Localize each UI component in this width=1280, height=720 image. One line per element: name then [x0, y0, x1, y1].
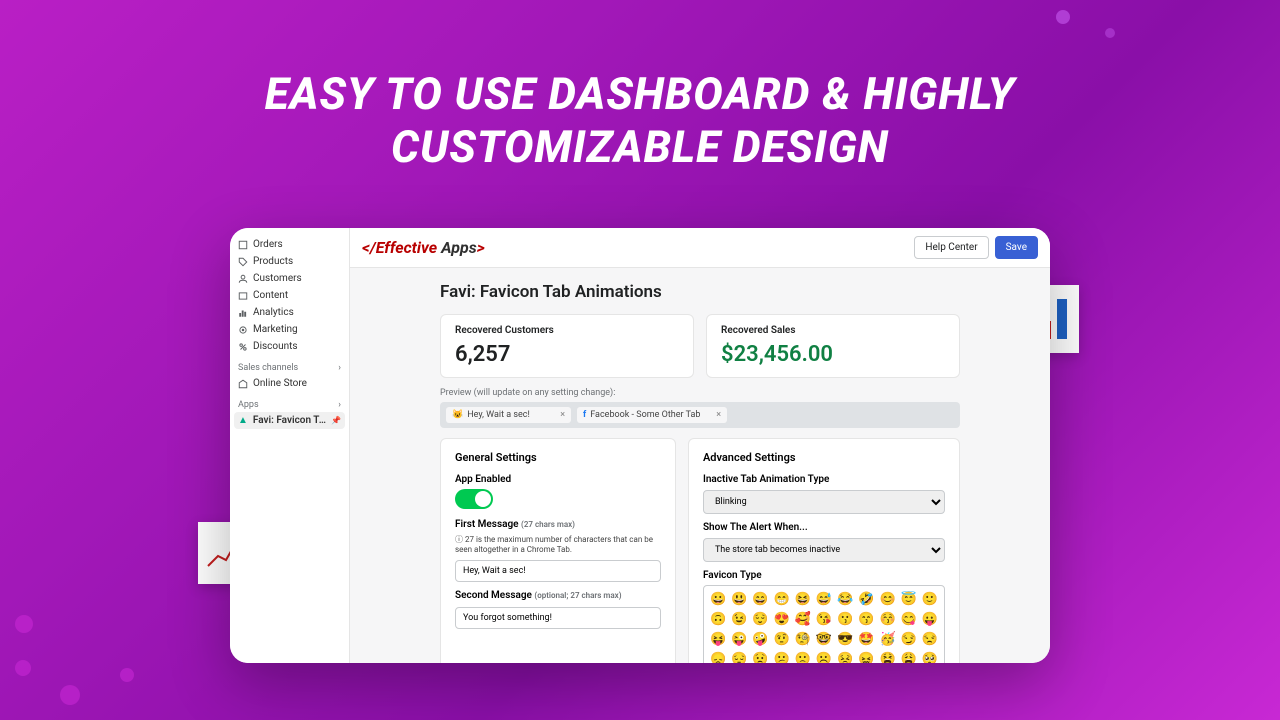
emoji-option[interactable]: 😣: [836, 651, 854, 663]
save-button[interactable]: Save: [995, 236, 1038, 259]
emoji-option[interactable]: 😩: [900, 651, 918, 663]
pin-icon[interactable]: 📌: [331, 416, 341, 425]
topbar: </Effective Apps> Help Center Save: [350, 228, 1050, 268]
page-title: Favi: Favicon Tab Animations: [440, 282, 960, 302]
show-alert-label: Show The Alert When...: [703, 522, 945, 533]
emoji-option[interactable]: 🤣: [857, 591, 875, 608]
sidebar-item-content[interactable]: Content: [234, 287, 345, 304]
preview-tab-1: 😺 Hey, Wait a sec!×: [446, 407, 571, 423]
emoji-option[interactable]: 😖: [857, 651, 875, 663]
emoji-option[interactable]: 🧐: [794, 631, 812, 648]
animation-type-select[interactable]: Blinking: [703, 490, 945, 514]
emoji-option[interactable]: 😘: [815, 611, 833, 628]
emoji-option[interactable]: 😇: [900, 591, 918, 608]
emoji-option[interactable]: 🥰: [794, 611, 812, 628]
emoji-option[interactable]: 😃: [730, 591, 748, 608]
chevron-right-icon[interactable]: ›: [338, 363, 341, 373]
help-center-button[interactable]: Help Center: [914, 236, 988, 259]
hero-title: EASY TO USE DASHBOARD & HIGHLYCUSTOMIZAB…: [0, 0, 1280, 174]
first-message-info: ⓘ 27 is the maximum number of characters…: [455, 534, 661, 554]
sidebar-item-orders[interactable]: Orders: [234, 236, 345, 253]
emoji-option[interactable]: 😝: [709, 631, 727, 648]
chevron-right-icon[interactable]: ›: [338, 400, 341, 410]
emoji-option[interactable]: 😜: [730, 631, 748, 648]
emoji-option[interactable]: 😊: [878, 591, 896, 608]
emoji-option[interactable]: 😆: [794, 591, 812, 608]
stat-recovered-customers: Recovered Customers 6,257: [440, 314, 694, 378]
emoji-option[interactable]: 😙: [857, 611, 875, 628]
emoji-option[interactable]: 😂: [836, 591, 854, 608]
app-window: Orders Products Customers Content Analyt…: [230, 228, 1050, 663]
app-enabled-label: App Enabled: [455, 474, 661, 485]
preview-tabs: 😺 Hey, Wait a sec!× f Facebook - Some Ot…: [440, 402, 960, 428]
emoji-option[interactable]: 😏: [900, 631, 918, 648]
emoji-option[interactable]: 🥺: [921, 651, 939, 663]
emoji-option[interactable]: 😋: [900, 611, 918, 628]
emoji-option[interactable]: 🤩: [857, 631, 875, 648]
emoji-option[interactable]: 😉: [730, 611, 748, 628]
emoji-option[interactable]: 😎: [836, 631, 854, 648]
bg-dot: [60, 685, 80, 705]
emoji-option[interactable]: 🙃: [709, 611, 727, 628]
sidebar: Orders Products Customers Content Analyt…: [230, 228, 350, 663]
first-message-input[interactable]: [455, 560, 661, 582]
emoji-option[interactable]: 😟: [751, 651, 769, 663]
sidebar-item-customers[interactable]: Customers: [234, 270, 345, 287]
emoji-option[interactable]: 🤪: [751, 631, 769, 648]
emoji-option[interactable]: 😞: [709, 651, 727, 663]
emoji-option[interactable]: 😫: [878, 651, 896, 663]
bg-dot: [15, 660, 31, 676]
emoji-option[interactable]: 😕: [773, 651, 791, 663]
sidebar-section-sales: Sales channels›: [234, 355, 345, 375]
bg-dot: [120, 668, 134, 682]
sidebar-item-discounts[interactable]: Discounts: [234, 338, 345, 355]
sidebar-section-apps: Apps›: [234, 392, 345, 412]
advanced-settings-card: Advanced Settings Inactive Tab Animation…: [688, 438, 960, 663]
sidebar-item-favi-app[interactable]: ▲Favi: Favicon Tab A...📌: [234, 412, 345, 429]
sidebar-item-analytics[interactable]: Analytics: [234, 304, 345, 321]
emoji-option[interactable]: 😚: [878, 611, 896, 628]
show-alert-select[interactable]: The store tab becomes inactive: [703, 538, 945, 562]
sidebar-item-marketing[interactable]: Marketing: [234, 321, 345, 338]
emoji-option[interactable]: 🤓: [815, 631, 833, 648]
emoji-picker[interactable]: 😀😃😄😁😆😅😂🤣😊😇🙂 🙃😉😌😍🥰😘😗😙😚😋😛 😝😜🤪🤨🧐🤓😎🤩🥳😏😒 😞😔😟 😕🙁☹️…: [703, 585, 945, 663]
stat-recovered-sales: Recovered Sales $23,456.00: [706, 314, 960, 378]
second-message-input[interactable]: [455, 607, 661, 629]
emoji-option[interactable]: 😀: [709, 591, 727, 608]
main-content: </Effective Apps> Help Center Save Favi:…: [350, 228, 1050, 663]
favicon-type-label: Favicon Type: [703, 570, 945, 581]
emoji-option[interactable]: 🤨: [773, 631, 791, 648]
emoji-option[interactable]: 😛: [921, 611, 939, 628]
general-settings-card: General Settings App Enabled First Messa…: [440, 438, 676, 663]
app-enabled-toggle[interactable]: [455, 489, 493, 509]
second-message-label: Second Message (optional; 27 chars max): [455, 590, 661, 601]
first-message-label: First Message (27 chars max): [455, 519, 661, 530]
emoji-option[interactable]: 😍: [773, 611, 791, 628]
emoji-option[interactable]: 😌: [751, 611, 769, 628]
emoji-option[interactable]: 🥳: [878, 631, 896, 648]
emoji-option[interactable]: 😅: [815, 591, 833, 608]
emoji-option[interactable]: 🙂: [921, 591, 939, 608]
preview-label: Preview (will update on any setting chan…: [440, 388, 960, 398]
animation-type-label: Inactive Tab Animation Type: [703, 474, 945, 485]
preview-tab-2: f Facebook - Some Other Tab×: [577, 407, 727, 423]
emoji-option[interactable]: 😗: [836, 611, 854, 628]
sidebar-item-online-store[interactable]: Online Store: [234, 375, 345, 392]
emoji-option[interactable]: 😒: [921, 631, 939, 648]
logo: </Effective Apps>: [362, 238, 485, 257]
emoji-option[interactable]: 😁: [773, 591, 791, 608]
close-icon[interactable]: ×: [560, 410, 565, 420]
bg-dot: [1105, 28, 1115, 38]
emoji-option[interactable]: 😔: [730, 651, 748, 663]
emoji-option[interactable]: 🙁: [794, 651, 812, 663]
emoji-option[interactable]: ☹️: [815, 651, 833, 663]
bg-dot: [1056, 10, 1070, 24]
bg-dot: [15, 615, 33, 633]
close-icon[interactable]: ×: [716, 410, 721, 420]
emoji-option[interactable]: 😄: [751, 591, 769, 608]
sidebar-item-products[interactable]: Products: [234, 253, 345, 270]
